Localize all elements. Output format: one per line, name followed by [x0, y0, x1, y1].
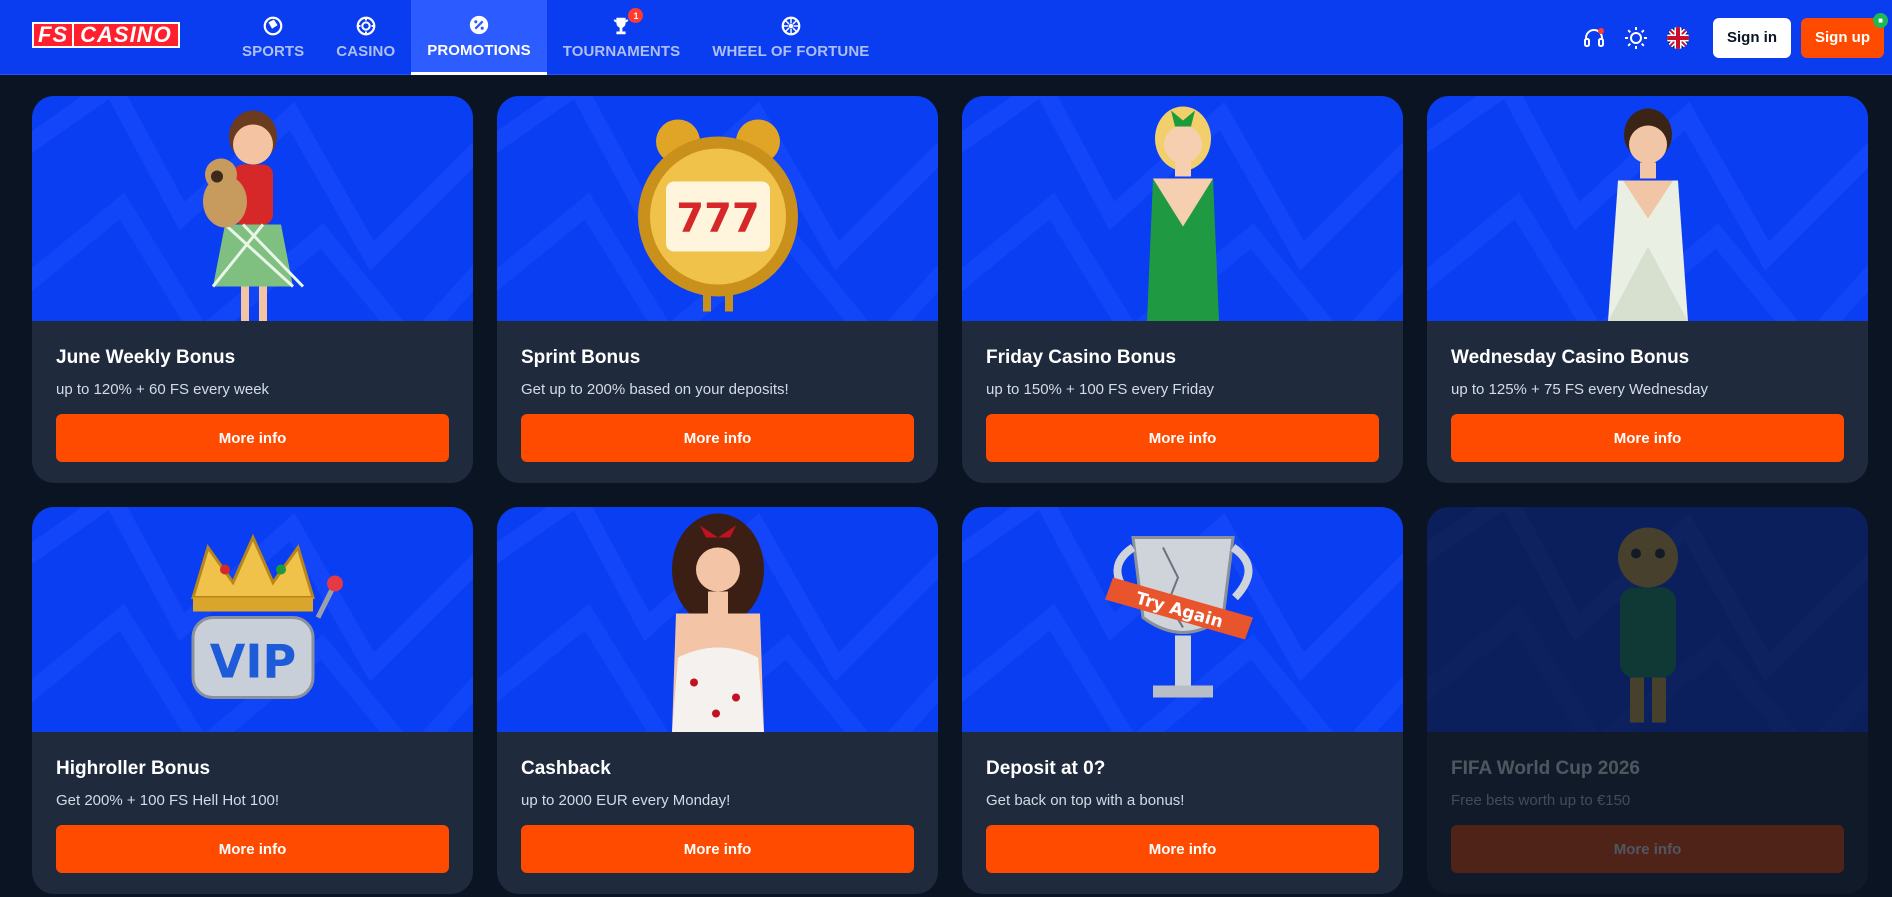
nav-wheel-of-fortune[interactable]: WHEEL OF FORTUNE [696, 0, 885, 75]
nav-label: WHEEL OF FORTUNE [712, 43, 870, 60]
promo-card: 777 Sprint Bonus Get up to 200% based on… [497, 96, 938, 483]
promo-title: Deposit at 0? [986, 758, 1106, 779]
headset-icon[interactable] [1581, 25, 1607, 51]
logo-fs-text: FS [32, 22, 75, 48]
promo-subtitle: up to 120% + 60 FS every week [56, 381, 270, 398]
header-actions: Sign in Sign up ■ [1581, 0, 1892, 75]
blonde-green-dress-illustration [1146, 106, 1219, 321]
more-info-button[interactable]: More info [521, 414, 914, 462]
nav-promotions[interactable]: PROMOTIONS [411, 0, 547, 75]
nav-sports[interactable]: SPORTS [226, 0, 320, 75]
nav-label: CASINO [336, 43, 396, 60]
more-info-button[interactable]: More info [1451, 414, 1844, 462]
promo-body: FIFA World Cup 2026 Free bets worth up t… [1427, 732, 1868, 873]
promo-title: Highroller Bonus [56, 758, 211, 779]
wheel-icon [781, 16, 801, 36]
sign-up-label: Sign up [1815, 29, 1870, 46]
more-info-button[interactable]: More info [521, 825, 914, 873]
poker-chip-icon [356, 16, 376, 36]
more-info-button[interactable]: More info [56, 825, 449, 873]
sun-icon[interactable] [1623, 25, 1649, 51]
promo-card: Friday Casino Bonus up to 150% + 100 FS … [962, 96, 1403, 483]
promo-title: Wednesday Casino Bonus [1451, 347, 1690, 368]
uk-flag-icon[interactable] [1665, 25, 1691, 51]
main-nav: SPORTS CASINO PROMOTIONS 1 TOURNAMENTS W… [226, 0, 885, 75]
cracked-trophy-illustration: Try Again [1104, 535, 1253, 697]
alarm-clock-777-illustration: 777 [637, 119, 798, 311]
nav-label: PROMOTIONS [427, 41, 531, 59]
logo-casino-text: CASINO [74, 22, 180, 48]
promotions-grid: June Weekly Bonus up to 120% + 60 FS eve… [32, 96, 1870, 894]
promo-subtitle: Get 200% + 100 FS Hell Hot 100! [56, 792, 280, 809]
promo-body: June Weekly Bonus up to 120% + 60 FS eve… [32, 321, 473, 462]
top-header: FS CASINO SPORTS CASINO PROMOTIONS 1 TOU… [0, 0, 1892, 75]
svg-text:777: 777 [676, 195, 760, 241]
promo-image [497, 507, 938, 732]
promo-image [962, 96, 1403, 321]
promo-subtitle: Free bets worth up to €150 [1451, 792, 1631, 809]
promo-subtitle: Get back on top with a bonus! [986, 792, 1185, 809]
promo-title: Friday Casino Bonus [986, 347, 1177, 368]
promo-card: VIP Highroller Bonus Get 200% + 100 FS H… [32, 507, 473, 894]
promo-image [1427, 96, 1868, 321]
promo-title: FIFA World Cup 2026 [1451, 758, 1640, 779]
promo-body: Sprint Bonus Get up to 200% based on you… [497, 321, 938, 462]
more-info-button[interactable]: More info [986, 825, 1379, 873]
percent-badge-icon [469, 15, 489, 34]
gift-icon: ■ [1873, 12, 1888, 28]
promo-image: 777 [497, 96, 938, 321]
nav-tournaments[interactable]: 1 TOURNAMENTS [547, 0, 697, 75]
soccer-ball-icon [263, 16, 283, 36]
promo-card: FIFA World Cup 2026 Free bets worth up t… [1427, 507, 1868, 894]
promo-card: Try Again Deposit at 0? Get back on top … [962, 507, 1403, 894]
promo-image: VIP [32, 507, 473, 732]
promo-body: Cashback up to 2000 EUR every Monday! Mo… [497, 732, 938, 873]
promo-body: Deposit at 0? Get back on top with a bon… [962, 732, 1403, 873]
fs-casino-logo[interactable]: FS CASINO [32, 22, 180, 48]
nav-label: TOURNAMENTS [562, 43, 681, 60]
svg-text:VIP: VIP [209, 634, 295, 688]
girl-with-pug-illustration [202, 110, 304, 321]
jaguar-mascot-illustration [1617, 527, 1678, 722]
sign-in-button[interactable]: Sign in [1713, 17, 1791, 58]
promo-title: Sprint Bonus [521, 347, 641, 368]
promo-image [1427, 507, 1868, 732]
promo-card: Cashback up to 2000 EUR every Monday! Mo… [497, 507, 938, 894]
more-info-button[interactable]: More info [986, 414, 1379, 462]
nav-label: SPORTS [242, 43, 305, 60]
sign-up-button[interactable]: Sign up ■ [1801, 12, 1888, 58]
nav-casino[interactable]: CASINO [320, 0, 411, 75]
promo-card: June Weekly Bonus up to 120% + 60 FS eve… [32, 96, 473, 483]
promo-title: June Weekly Bonus [56, 347, 236, 368]
more-info-button[interactable]: More info [56, 414, 449, 462]
promo-subtitle: up to 2000 EUR every Monday! [521, 792, 731, 809]
promo-image: Try Again [962, 507, 1403, 732]
lady-white-dress-illustration [1607, 108, 1688, 321]
pinup-lady-illustration [671, 513, 764, 732]
promo-body: Highroller Bonus Get 200% + 100 FS Hell … [32, 732, 473, 873]
vip-crown-slot-illustration: VIP [190, 533, 343, 699]
promo-body: Wednesday Casino Bonus up to 125% + 75 F… [1427, 321, 1868, 462]
promo-subtitle: up to 125% + 75 FS every Wednesday [1451, 381, 1708, 398]
promo-subtitle: Get up to 200% based on your deposits! [521, 381, 789, 398]
promo-image [32, 96, 473, 321]
notification-badge: 1 [628, 8, 644, 23]
promo-subtitle: up to 150% + 100 FS every Friday [986, 381, 1215, 398]
promo-body: Friday Casino Bonus up to 150% + 100 FS … [962, 321, 1403, 462]
promo-card: Wednesday Casino Bonus up to 125% + 75 F… [1427, 96, 1868, 483]
promo-title: Cashback [521, 758, 611, 779]
more-info-button[interactable]: More info [1451, 825, 1844, 873]
